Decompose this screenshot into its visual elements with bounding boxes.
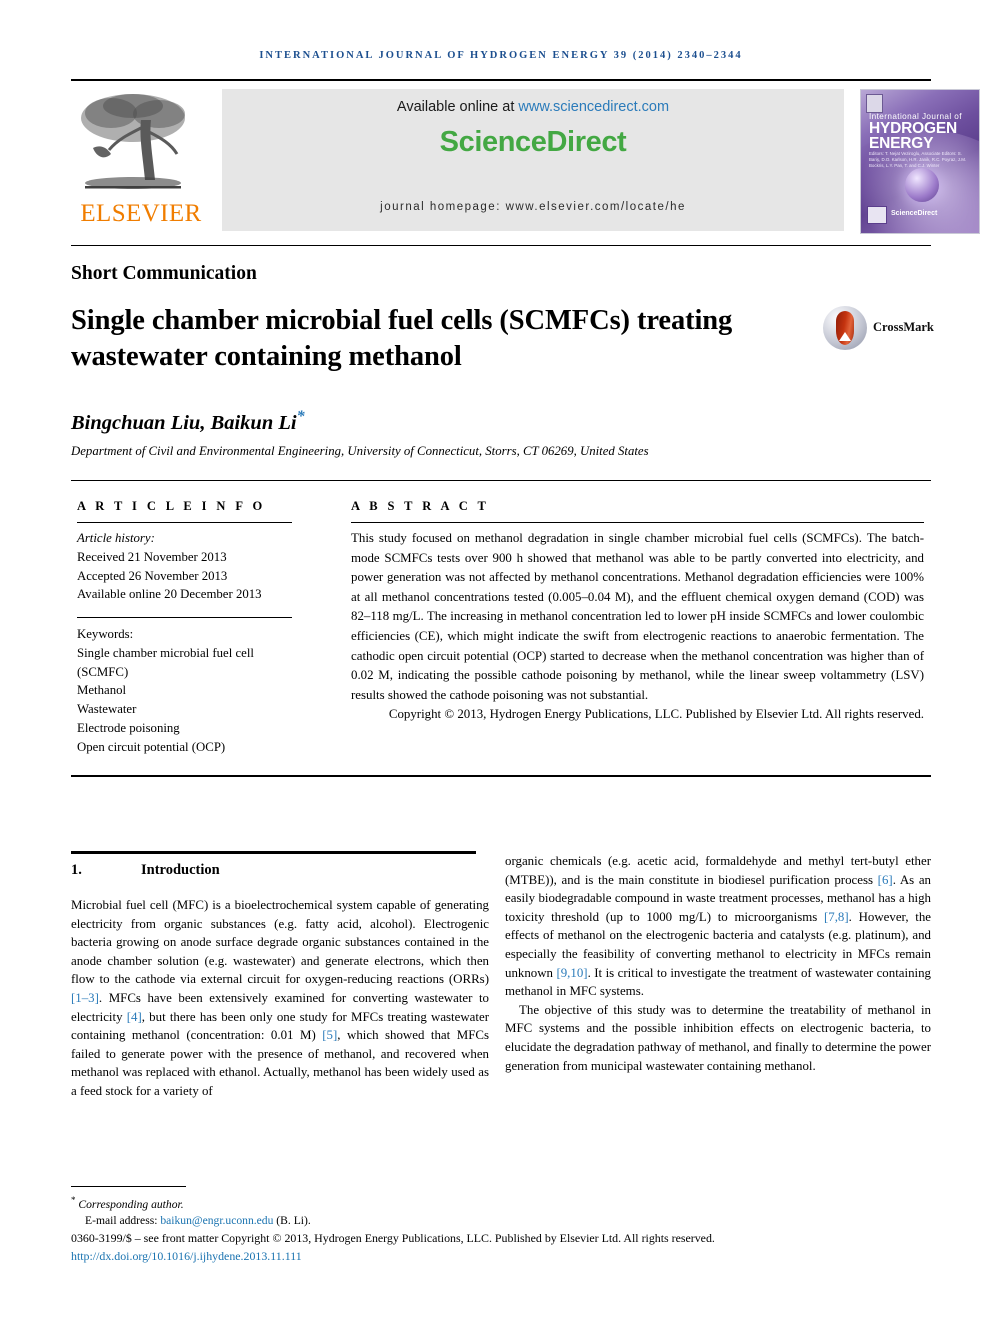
cover-elsevier-mark (866, 94, 883, 113)
section-number: 1. (71, 862, 82, 878)
crossmark-arrow-icon (839, 332, 851, 341)
paragraph-text: organic chemicals (e.g. acetic acid, for… (505, 854, 931, 887)
citation-link[interactable]: [6] (878, 873, 893, 887)
cover-sphere (905, 168, 939, 202)
citation-link[interactable]: [7,8] (824, 910, 849, 924)
article-info-heading: A R T I C L E I N F O (77, 499, 266, 513)
elsevier-logo: ELSEVIER (71, 88, 211, 232)
abstract-text: This study focused on methanol degradati… (351, 531, 924, 702)
keyword-item: Methanol (77, 683, 127, 698)
issn-copyright-line: 0360-3199/$ – see front matter Copyright… (71, 1231, 715, 1245)
crossmark-label: CrossMark (873, 320, 934, 334)
footnote-marker: * (71, 1195, 76, 1205)
citation-link[interactable]: [1–3] (71, 991, 99, 1005)
journal-article-page: INTERNATIONAL JOURNAL OF HYDROGEN ENERGY… (0, 0, 992, 1323)
history-accepted: Accepted 26 November 2013 (77, 568, 228, 583)
cover-iahe-logo (867, 206, 887, 224)
doi-link[interactable]: http://dx.doi.org/10.1016/j.ijhydene.201… (71, 1249, 302, 1264)
body-column-right: organic chemicals (e.g. acetic acid, for… (505, 852, 931, 1075)
masthead: ELSEVIER Available online at www.science… (71, 86, 980, 234)
affiliation: Department of Civil and Environmental En… (71, 444, 649, 458)
elsevier-wordmark: ELSEVIER (80, 200, 202, 227)
author-list: Bingchuan Liu, Baikun Li* (71, 408, 305, 435)
header-rule (71, 79, 931, 81)
keyword-item: Open circuit potential (OCP) (77, 739, 226, 754)
abstract-rule (351, 522, 924, 523)
keyword-item: Single chamber microbial fuel cell (77, 645, 254, 660)
article-history-label: Article history: (77, 531, 155, 545)
cover-line-2: HYDROGEN ENERGY (869, 121, 973, 152)
body-column-left: Microbial fuel cell (MFC) is a bioelectr… (71, 896, 489, 1101)
citation-link[interactable]: [4] (127, 1010, 142, 1024)
article-type: Short Communication (71, 263, 257, 284)
email-label: E-mail address: (85, 1214, 161, 1228)
available-online-line: Available online at www.sciencedirect.co… (222, 99, 844, 115)
cover-editors: Editors: T. Nejat Veziroglu, Associate E… (869, 151, 967, 168)
email-suffix: (B. Li). (273, 1214, 311, 1228)
keyword-item: Wastewater (77, 702, 137, 717)
panel-top-rule (71, 480, 931, 481)
abstract-body: This study focused on methanol degradati… (351, 529, 924, 725)
email-link[interactable]: baikun@engr.uconn.edu (160, 1214, 273, 1227)
cover-sciencedirect-label: ScienceDirect (891, 210, 938, 217)
history-received: Received 21 November 2013 (77, 549, 227, 564)
keyword-item: Electrode poisoning (77, 720, 180, 735)
email-note: E-mail address: baikun@engr.uconn.edu (B… (71, 1213, 571, 1230)
keywords-block: Keywords: Single chamber microbial fuel … (77, 625, 342, 757)
body-paragraph: organic chemicals (e.g. acetic acid, for… (505, 852, 931, 1001)
abstract-copyright: Copyright © 2013, Hydrogen Energy Public… (388, 707, 924, 722)
crossmark-icon (823, 306, 867, 350)
panel-bottom-rule (71, 775, 931, 777)
footnote-block: * Corresponding author. E-mail address: … (71, 1192, 571, 1230)
body-paragraph: Microbial fuel cell (MFC) is a bioelectr… (71, 896, 489, 1101)
sciencedirect-url-link[interactable]: www.sciencedirect.com (518, 99, 669, 115)
section-title: Introduction (141, 862, 220, 878)
running-head: INTERNATIONAL JOURNAL OF HYDROGEN ENERGY… (259, 50, 743, 61)
paragraph-text: Microbial fuel cell (MFC) is a bioelectr… (71, 898, 489, 987)
keywords-rule (77, 617, 292, 618)
citation-link[interactable]: [9,10] (556, 966, 587, 980)
journal-cover-thumbnail: International Journal of HYDROGEN ENERGY… (860, 89, 980, 234)
history-available-online: Available online 20 December 2013 (77, 587, 262, 602)
journal-homepage-line[interactable]: journal homepage: www.elsevier.com/locat… (222, 201, 844, 213)
body-paragraph: The objective of this study was to deter… (505, 1001, 931, 1075)
article-history-block: Article history: Received 21 November 20… (77, 529, 332, 604)
sciencedirect-wordmark: ScienceDirect (439, 126, 627, 158)
citation-link[interactable]: [5] (322, 1028, 337, 1042)
keyword-item: (SCMFC) (77, 664, 129, 679)
footnote-rule (71, 1186, 186, 1187)
corresponding-author-note: * Corresponding author. (71, 1192, 571, 1213)
masthead-bottom-rule (71, 245, 931, 246)
page-title: Single chamber microbial fuel cells (SCM… (71, 305, 733, 372)
available-online-text: Available online at (396, 99, 519, 115)
author-names: Bingchuan Liu, Baikun Li (71, 411, 297, 434)
keywords-label: Keywords: (77, 627, 134, 641)
section-rule (71, 851, 476, 854)
abstract-heading: A B S T R A C T (351, 499, 490, 513)
sciencedirect-banner: Available online at www.sciencedirect.co… (222, 89, 844, 231)
paragraph-text: The objective of this study was to deter… (505, 1002, 931, 1073)
crossmark-badge[interactable]: CrossMark (823, 306, 934, 352)
corresponding-author-marker: * (296, 408, 305, 425)
cover-energy-text: ENERGY (869, 135, 934, 152)
corresponding-author-text: Corresponding author. (78, 1197, 184, 1211)
article-info-rule (77, 522, 292, 523)
